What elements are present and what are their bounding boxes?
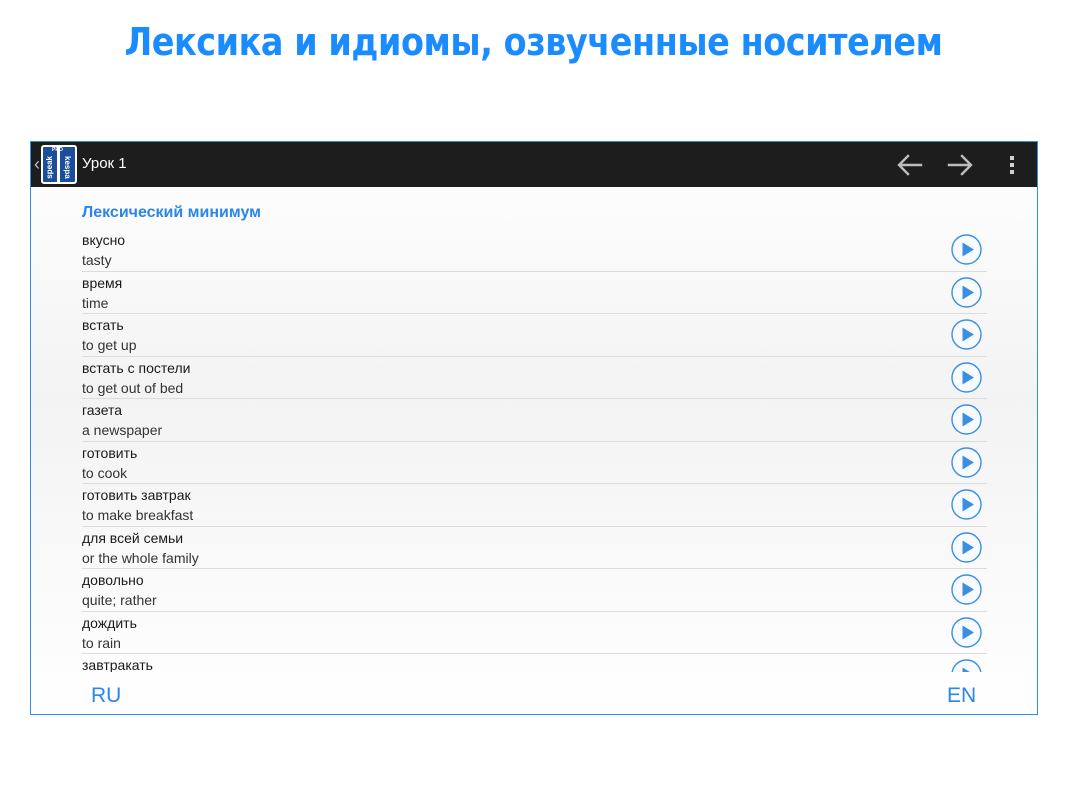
arrow-left-icon <box>897 154 923 176</box>
ru-language-button[interactable]: RU <box>91 684 121 708</box>
section-title: Лексический минимум <box>82 204 261 221</box>
english-translation: to make breakfast <box>82 507 194 523</box>
play-audio-button[interactable] <box>951 659 982 672</box>
vocabulary-list[interactable]: вкусно tasty время time встать to get up встат… <box>82 229 987 672</box>
play-audio-button[interactable] <box>951 616 982 648</box>
russian-word: готовить завтрак <box>82 487 191 503</box>
overflow-menu-button[interactable] <box>997 150 1027 180</box>
overflow-menu-icon <box>1010 156 1014 174</box>
play-audio-button[interactable] <box>951 574 982 605</box>
app-logo-word-2: kespa <box>63 156 72 179</box>
russian-word: встать с постели <box>82 359 191 376</box>
russian-word: вкусно <box>82 232 126 248</box>
play-icon <box>951 489 982 520</box>
back-button[interactable] <box>895 150 925 180</box>
en-language-button[interactable]: EN <box>947 684 976 708</box>
app-logo-icon[interactable]: PRO speak kespa <box>41 145 77 184</box>
play-icon <box>951 446 982 478</box>
play-audio-button[interactable] <box>951 276 982 308</box>
play-audio-button[interactable] <box>951 361 982 393</box>
vocab-row[interactable]: готовить завтрак to make breakfast <box>82 484 987 527</box>
russian-word: готовить <box>82 444 138 461</box>
play-icon <box>951 276 982 308</box>
play-icon <box>951 234 982 265</box>
play-icon <box>951 616 982 648</box>
vocab-row[interactable]: дождить to rain <box>82 612 987 654</box>
play-audio-button[interactable] <box>951 404 982 435</box>
vocab-row[interactable]: довольно quite; rather <box>82 569 987 612</box>
action-bar: ‹ PRO speak kespa Урок 1 <box>31 142 1037 187</box>
english-translation: to get up <box>82 337 137 353</box>
play-icon <box>951 531 982 563</box>
up-caret-icon[interactable]: ‹ <box>34 154 40 174</box>
english-translation: to rain <box>82 634 121 651</box>
play-icon <box>951 659 982 672</box>
play-audio-button[interactable] <box>951 234 982 265</box>
russian-word: завтракать <box>82 657 153 672</box>
vocab-row[interactable]: вкусно tasty <box>82 229 987 272</box>
play-icon <box>951 404 982 435</box>
english-translation: or the whole family <box>82 549 199 566</box>
russian-word: газета <box>82 402 123 418</box>
english-translation: quite; rather <box>82 592 157 608</box>
russian-word: дождить <box>82 614 137 631</box>
app-logo-spine <box>57 147 60 182</box>
play-audio-button[interactable] <box>951 319 982 350</box>
russian-word: для всей семьи <box>82 529 184 546</box>
play-audio-button[interactable] <box>951 489 982 520</box>
vocab-row[interactable]: встать to get up <box>82 314 987 357</box>
play-icon <box>951 361 982 393</box>
english-translation: time <box>82 294 109 311</box>
play-icon <box>951 319 982 350</box>
english-translation: a newspaper <box>82 422 163 438</box>
lesson-title: Урок 1 <box>82 155 127 172</box>
forward-button[interactable] <box>945 150 975 180</box>
play-icon <box>951 574 982 605</box>
english-translation: to get out of bed <box>82 379 184 396</box>
play-audio-button[interactable] <box>951 531 982 563</box>
russian-word: время <box>82 274 123 291</box>
vocab-row[interactable]: время time <box>82 272 987 314</box>
vocab-row[interactable]: газета a newspaper <box>82 399 987 442</box>
arrow-right-icon <box>947 154 973 176</box>
russian-word: встать <box>82 317 124 333</box>
vocab-row[interactable]: для всей семьи or the whole family <box>82 527 987 569</box>
english-translation: tasty <box>82 252 112 268</box>
content-area: Лексический минимум вкусно tasty время time… <box>31 187 1037 672</box>
app-window: ‹ PRO speak kespa Урок 1 Лексиче <box>30 141 1038 715</box>
vocab-row[interactable]: готовить to cook <box>82 442 987 484</box>
app-logo-word-1: speak <box>45 156 54 179</box>
vocab-row[interactable]: встать с постели to get out of bed <box>82 357 987 399</box>
play-audio-button[interactable] <box>951 446 982 478</box>
russian-word: довольно <box>82 572 144 588</box>
vocab-row[interactable]: завтракать <box>82 654 987 672</box>
language-toggle-bar: RU EN <box>31 672 1037 714</box>
english-translation: to cook <box>82 464 128 481</box>
promo-headline: Лексика и идиомы, озвученные носителем <box>124 20 943 64</box>
